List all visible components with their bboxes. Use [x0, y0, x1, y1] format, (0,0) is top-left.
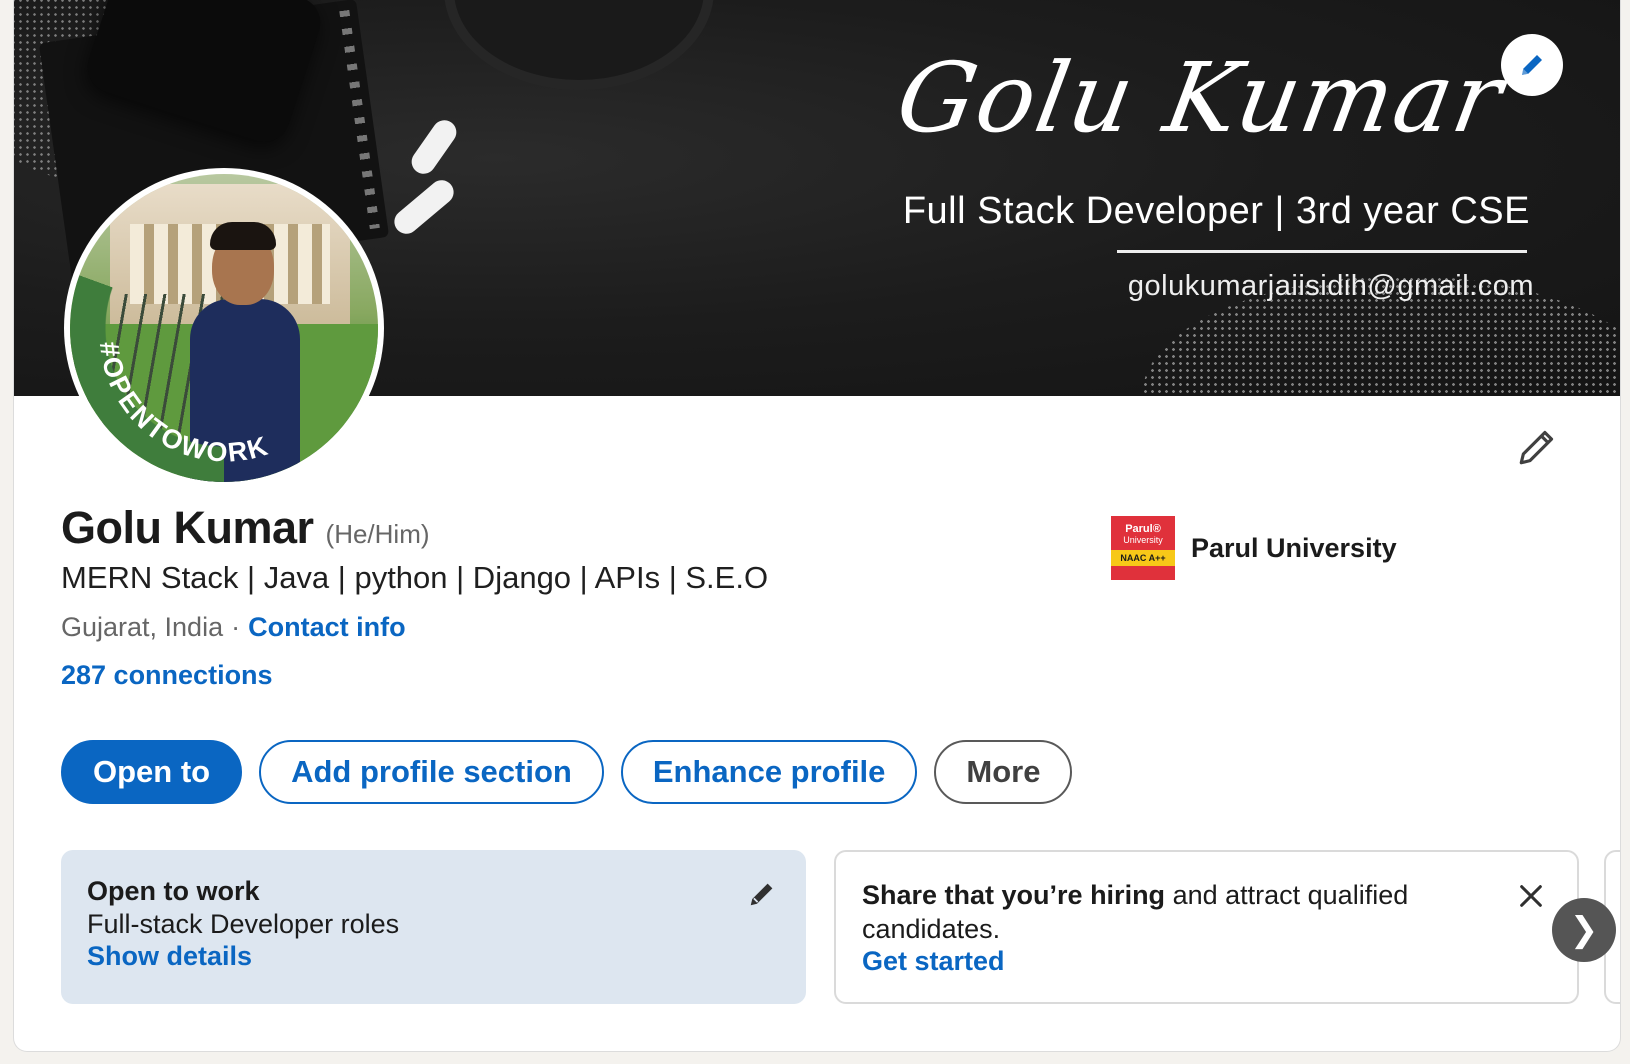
open-to-button[interactable]: Open to — [61, 740, 243, 804]
banner-cup — [444, 0, 714, 90]
university-logo: Parul® University NAAC A++ — [1111, 516, 1175, 580]
hiring-card-text: Share that you’re hiring and attract qua… — [862, 878, 1551, 912]
profile-pronouns: (He/Him) — [325, 519, 430, 549]
banner-script-name: Golu Kumar — [889, 42, 1512, 154]
open-to-work-roles: Full-stack Developer roles — [87, 909, 400, 939]
open-to-work-title: Open to work — [87, 876, 260, 906]
name-row: Golu Kumar (He/Him) — [61, 502, 430, 554]
edit-banner-button[interactable] — [1501, 34, 1563, 96]
pencil-icon — [1519, 430, 1554, 465]
edit-open-to-work-button[interactable] — [744, 876, 780, 912]
hiring-card-line2: candidates. — [862, 914, 1001, 944]
university-name: Parul University — [1191, 532, 1397, 563]
add-profile-section-button[interactable]: Add profile section — [259, 740, 604, 804]
profile-top-card: Golu Kumar Full Stack Developer | 3rd ye… — [13, 0, 1621, 1052]
location-row: Gujarat, India · Contact info — [61, 612, 406, 643]
carousel-next-button[interactable]: ❯ — [1552, 898, 1616, 962]
close-icon — [1520, 885, 1542, 907]
hiring-card-rest: and attract qualified — [1165, 880, 1409, 910]
show-details-link[interactable]: Show details — [87, 941, 780, 972]
open-to-work-card: Open to work Full-stack Developer roles … — [61, 850, 806, 1004]
banner-airpod — [406, 115, 462, 179]
pencil-icon — [1522, 55, 1542, 75]
more-button[interactable]: More — [934, 740, 1073, 804]
profile-photo[interactable]: #OPENTOWORK — [64, 168, 384, 488]
profile-name: Golu Kumar — [61, 502, 314, 553]
profile-actions: Open to Add profile section Enhance prof… — [61, 740, 1073, 804]
enhance-profile-button[interactable]: Enhance profile — [620, 740, 918, 804]
connections-link[interactable]: 287 connections — [61, 660, 273, 691]
hiring-card-bold: Share that you’re hiring — [862, 880, 1166, 910]
banner-tagline: Full Stack Developer | 3rd year CSE — [902, 190, 1530, 232]
banner-airpod — [389, 175, 459, 239]
profile-location: Gujarat, India — [61, 612, 224, 642]
pencil-icon — [750, 883, 773, 906]
banner-divider — [1117, 250, 1527, 253]
edit-intro-button[interactable] — [1514, 424, 1560, 470]
location-separator: · — [231, 612, 241, 642]
hiring-card: Share that you’re hiring and attract qua… — [834, 850, 1579, 1004]
banner-email: golukumarjaiisidih@gmail.com — [1127, 270, 1534, 302]
dismiss-hiring-card-button[interactable] — [1511, 876, 1551, 916]
profile-headline: MERN Stack | Java | python | Django | AP… — [61, 560, 769, 595]
education-item[interactable]: Parul® University NAAC A++ Parul Univers… — [1111, 516, 1397, 580]
get-started-link[interactable]: Get started — [862, 946, 1551, 977]
contact-info-link[interactable]: Contact info — [248, 612, 405, 643]
open-to-work-frame — [70, 174, 378, 482]
